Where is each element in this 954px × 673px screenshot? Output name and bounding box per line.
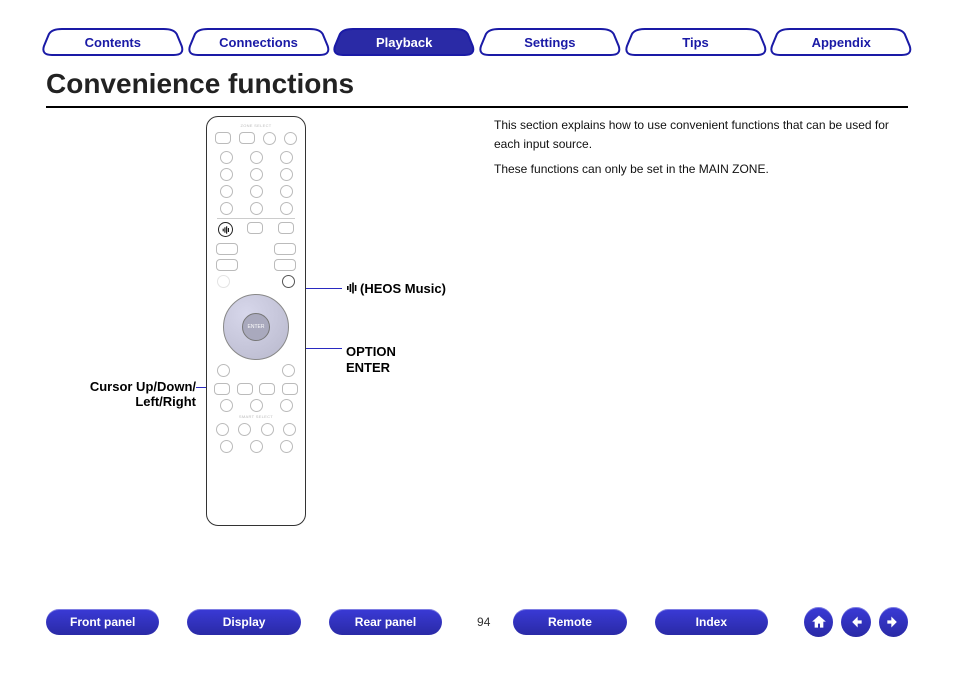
remote-heos-button: [218, 222, 233, 237]
callout-cursor: Cursor Up/Down/ Left/Right: [46, 379, 196, 409]
remote-tiny-label: ZONE SELECT: [211, 123, 301, 128]
pill-label: Index: [696, 615, 727, 629]
callout-option: OPTION: [346, 344, 396, 359]
pill-label: Remote: [548, 615, 592, 629]
tab-label: Contents: [40, 28, 186, 56]
pill-label: Display: [223, 615, 266, 629]
tab-label: Tips: [623, 28, 769, 56]
home-button[interactable]: [804, 607, 833, 637]
arrow-right-icon: [885, 614, 901, 630]
callout-heos-label: (HEOS Music): [360, 281, 446, 296]
body-text: This section explains how to use conveni…: [494, 116, 908, 186]
top-tabs: Contents Connections Playback Settings T…: [40, 28, 914, 58]
tab-label: Appendix: [768, 28, 914, 56]
home-icon: [811, 614, 827, 630]
callout-enter: ENTER: [346, 360, 390, 375]
arrow-left-icon: [848, 614, 864, 630]
tab-tips[interactable]: Tips: [623, 28, 769, 56]
tab-settings[interactable]: Settings: [477, 28, 623, 56]
callout-cursor-l2: Left/Right: [46, 394, 196, 409]
tab-label: Playback: [331, 28, 477, 56]
tab-contents[interactable]: Contents: [40, 28, 186, 56]
body-p2: These functions can only be set in the M…: [494, 160, 908, 179]
tab-appendix[interactable]: Appendix: [768, 28, 914, 56]
title-rule: [46, 106, 908, 108]
remote-outline: ZONE SELECT ENTE: [206, 116, 306, 526]
callout-heos: (HEOS Music): [346, 281, 446, 297]
link-front-panel[interactable]: Front panel: [46, 609, 159, 635]
bottom-nav: Front panel Display Rear panel 94 Remote…: [46, 607, 908, 637]
tab-playback[interactable]: Playback: [331, 28, 477, 56]
page-number: 94: [464, 615, 503, 629]
body-p1: This section explains how to use conveni…: [494, 116, 908, 154]
tab-label: Settings: [477, 28, 623, 56]
pill-label: Front panel: [70, 615, 135, 629]
remote-tiny-label: SMART SELECT: [211, 414, 301, 419]
link-remote[interactable]: Remote: [513, 609, 626, 635]
link-display[interactable]: Display: [187, 609, 300, 635]
remote-option-button: [282, 275, 295, 288]
next-page-button[interactable]: [879, 607, 908, 637]
link-index[interactable]: Index: [655, 609, 768, 635]
callout-cursor-l1: Cursor Up/Down/: [90, 379, 196, 394]
prev-page-button[interactable]: [841, 607, 870, 637]
remote-diagram: (HEOS Music) OPTION ENTER Cursor Up/Down…: [46, 116, 486, 573]
link-rear-panel[interactable]: Rear panel: [329, 609, 442, 635]
pill-label: Rear panel: [355, 615, 416, 629]
remote-nav-wheel: ENTER: [223, 294, 289, 360]
page-title: Convenience functions: [46, 68, 354, 100]
remote-enter-button: ENTER: [242, 313, 270, 341]
tab-label: Connections: [186, 28, 332, 56]
heos-music-icon: [346, 282, 358, 297]
tab-connections[interactable]: Connections: [186, 28, 332, 56]
